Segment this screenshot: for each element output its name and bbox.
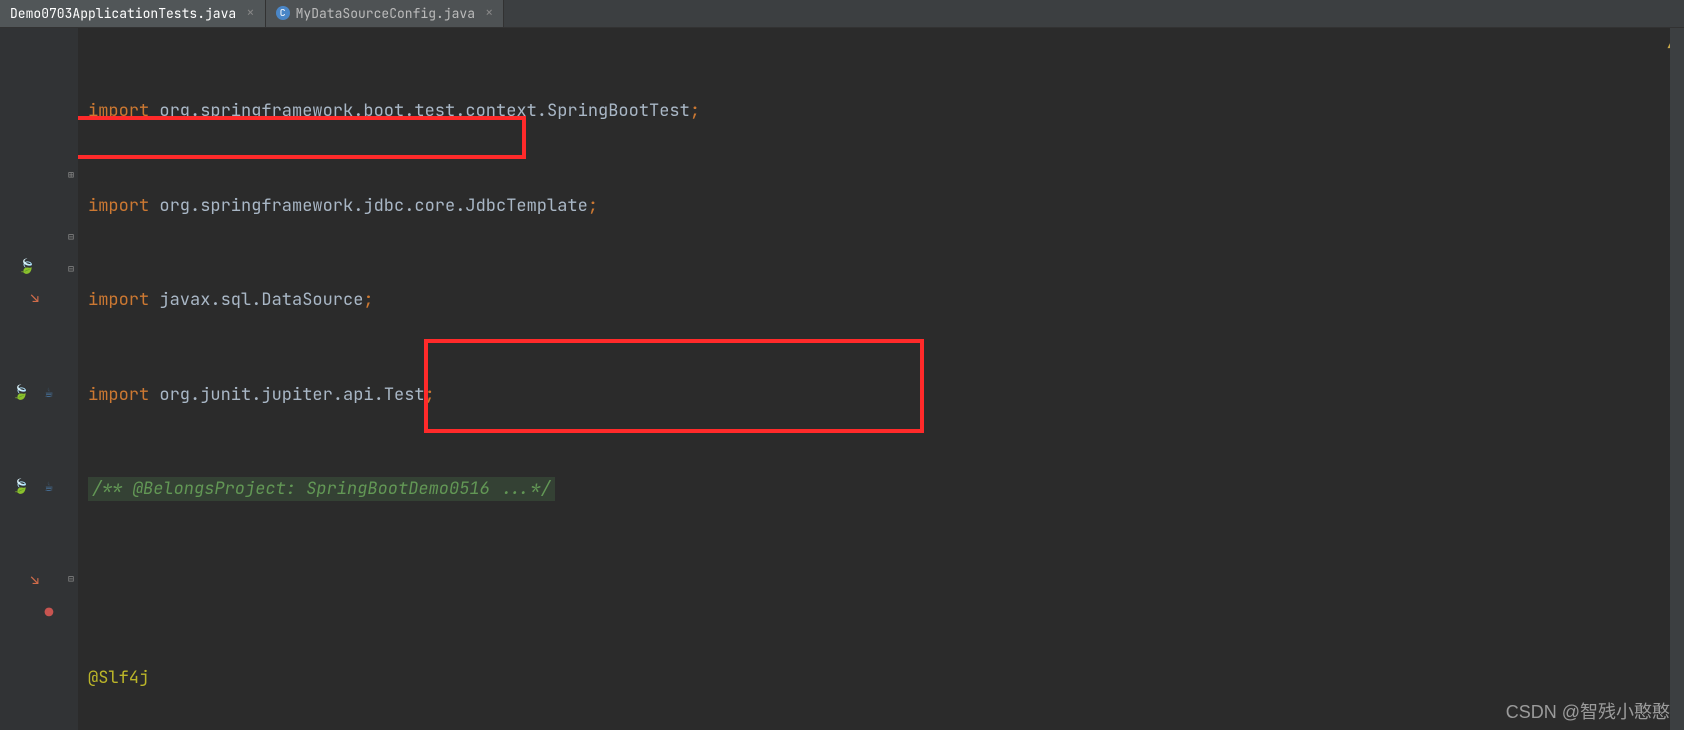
fold-icon[interactable]: ⊟ bbox=[68, 262, 74, 275]
breakpoint-icon[interactable]: ● bbox=[40, 604, 58, 622]
bean-icon[interactable]: ☕ bbox=[40, 384, 58, 402]
bean-icon[interactable]: ☕ bbox=[40, 478, 58, 496]
scrollbar[interactable] bbox=[1670, 28, 1684, 730]
tab-bar: Demo0703ApplicationTests.java × C MyData… bbox=[0, 0, 1684, 28]
code-line bbox=[78, 569, 1684, 601]
close-icon[interactable]: × bbox=[485, 4, 493, 22]
code-line: /** @BelongsProject: SpringBootDemo0516 … bbox=[78, 474, 1684, 506]
close-icon[interactable]: × bbox=[246, 4, 254, 22]
diff-icon[interactable]: ↘ bbox=[26, 572, 44, 590]
tab-label: Demo0703ApplicationTests.java bbox=[10, 5, 236, 22]
code-line: import org.junit.jupiter.api.Test; bbox=[78, 380, 1684, 412]
watermark: CSDN @智残小憨憨 bbox=[1506, 698, 1670, 724]
fold-icon[interactable]: ⊟ bbox=[68, 230, 74, 243]
code-line: import org.springframework.boot.test.con… bbox=[78, 96, 1684, 128]
spring-icon[interactable]: 🍃 bbox=[12, 478, 30, 496]
code-line: @Slf4j bbox=[78, 663, 1684, 695]
spring-icon[interactable]: 🍃 bbox=[18, 258, 36, 276]
spring-icon[interactable]: 🍃 bbox=[12, 384, 30, 402]
code-line: import javax.sql.DataSource; bbox=[78, 285, 1684, 317]
tab-label: MyDataSourceConfig.java bbox=[296, 5, 475, 22]
editor: 🍃 ↘ 🍃 ☕ 🍃 ☕ ↘ ● ⊞ ⊟ ⊟ ⊟ import org.sprin… bbox=[0, 28, 1684, 730]
fold-icon[interactable]: ⊞ bbox=[68, 168, 74, 181]
diff-icon[interactable]: ↘ bbox=[26, 290, 44, 308]
code-line: import org.springframework.jdbc.core.Jdb… bbox=[78, 191, 1684, 223]
class-icon: C bbox=[276, 6, 290, 20]
code-area[interactable]: import org.springframework.boot.test.con… bbox=[78, 28, 1684, 730]
gutter[interactable]: 🍃 ↘ 🍃 ☕ 🍃 ☕ ↘ ● ⊞ ⊟ ⊟ ⊟ bbox=[0, 28, 78, 730]
tab-demo-tests[interactable]: Demo0703ApplicationTests.java × bbox=[0, 0, 266, 27]
tab-my-datasource-config[interactable]: C MyDataSourceConfig.java × bbox=[266, 0, 505, 27]
fold-icon[interactable]: ⊟ bbox=[68, 572, 74, 585]
